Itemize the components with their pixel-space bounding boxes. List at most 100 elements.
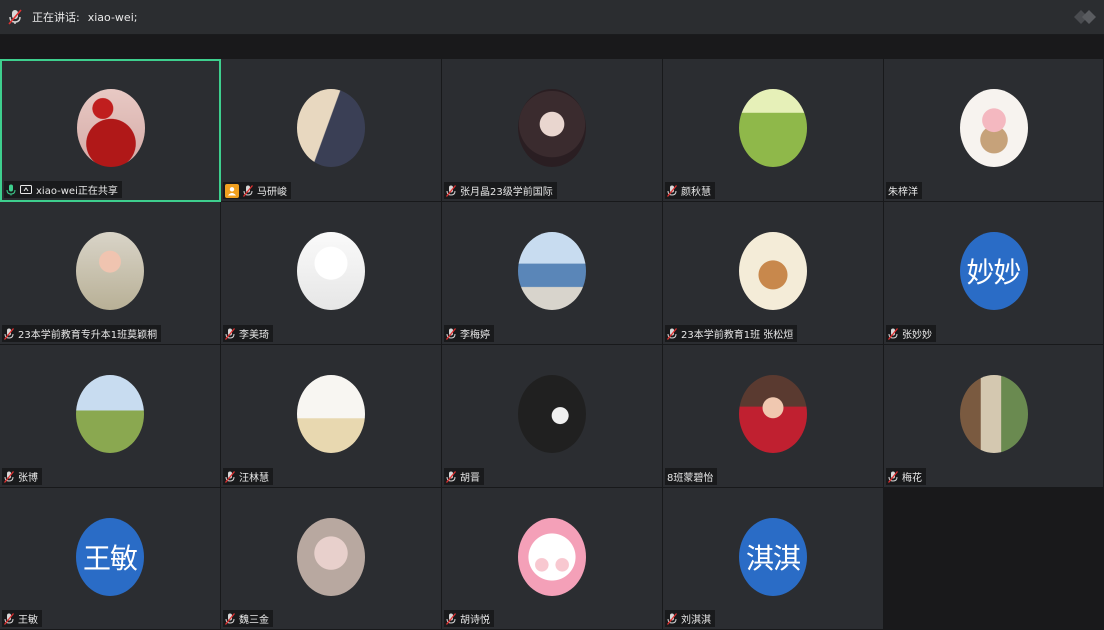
participant-tile[interactable]: 梅花 — [884, 345, 1104, 488]
participant-name: 汪林慧 — [239, 473, 269, 484]
muted-mic-icon[interactable] — [8, 9, 22, 25]
avatar — [959, 375, 1028, 453]
participant-tile[interactable]: 颜秋慧 — [663, 59, 884, 202]
participant-tile[interactable]: 胡晋 — [442, 345, 663, 488]
participant-name: 23本学前教育专升本1班莫颖桐 — [18, 330, 158, 341]
avatar — [297, 89, 365, 167]
participant-tile[interactable]: 23本学前教育1班 张松烜 — [663, 202, 884, 345]
muted-mic-icon — [243, 184, 253, 197]
muted-mic-icon — [225, 327, 235, 340]
name-tag: 颜秋慧 — [665, 182, 715, 199]
participant-name: 李梅婷 — [460, 330, 490, 341]
participant-name: xiao-wei正在共享 — [36, 186, 118, 197]
window-control-icon[interactable] — [1072, 8, 1098, 26]
name-tag: 张博 — [2, 468, 42, 485]
speaking-name: xiao-wei; — [87, 10, 138, 24]
host-badge-icon — [225, 183, 239, 198]
speaking-label: 正在讲话: — [32, 11, 80, 24]
participant-name: 胡晋 — [460, 473, 480, 484]
participant-tile[interactable]: 朱梓洋 — [884, 59, 1104, 202]
participant-name: 张妙妙 — [902, 330, 932, 341]
screen-share-icon — [20, 184, 32, 195]
name-tag: 朱梓洋 — [886, 182, 922, 199]
muted-mic-icon — [888, 327, 898, 340]
participant-tile[interactable]: 23本学前教育专升本1班莫颖桐 — [0, 202, 221, 345]
muted-mic-icon — [225, 612, 235, 625]
participant-tile[interactable]: 妙妙张妙妙 — [884, 202, 1104, 345]
muted-mic-icon — [225, 470, 235, 483]
name-tag: 胡晋 — [444, 468, 484, 485]
participant-name: 胡诗悦 — [460, 615, 490, 626]
active-mic-icon — [6, 184, 16, 196]
name-tag: 23本学前教育1班 张松烜 — [665, 325, 798, 342]
participant-tile[interactable]: 汪林慧 — [221, 345, 442, 488]
muted-mic-icon — [446, 612, 456, 625]
participant-tile[interactable]: 马研峻 — [221, 59, 442, 202]
participant-name: 李美琦 — [239, 330, 269, 341]
participant-name: 张月晶23级学前国际 — [460, 187, 553, 198]
participant-tile[interactable]: 张月晶23级学前国际 — [442, 59, 663, 202]
muted-mic-icon — [446, 184, 456, 197]
participant-tile[interactable]: 胡诗悦 — [442, 488, 663, 630]
muted-mic-icon — [4, 327, 14, 340]
name-tag: 马研峻 — [223, 182, 291, 199]
participant-name: 魏三金 — [239, 615, 269, 626]
participant-name: 梅花 — [902, 473, 922, 484]
muted-mic-icon — [4, 612, 14, 625]
avatar — [76, 232, 144, 310]
participant-name: 颜秋慧 — [681, 187, 711, 198]
name-tag: xiao-wei正在共享 — [4, 181, 122, 198]
name-tag: 李美琦 — [223, 325, 273, 342]
name-tag: 张月晶23级学前国际 — [444, 182, 557, 199]
participant-name: 马研峻 — [257, 187, 287, 198]
empty-tile — [884, 488, 1104, 630]
participant-tile[interactable]: 张博 — [0, 345, 221, 488]
participant-grid: xiao-wei正在共享 马研峻 张月晶23级学前国际 颜秋慧 朱梓洋 23本学前教育专升… — [0, 59, 1104, 630]
muted-mic-icon — [667, 327, 677, 340]
muted-mic-icon — [667, 184, 677, 197]
muted-mic-icon — [667, 612, 677, 625]
avatar-initials: 淇淇 — [739, 518, 807, 596]
participant-tile[interactable]: 8班蒙碧怡 — [663, 345, 884, 488]
participant-name: 23本学前教育1班 张松烜 — [681, 330, 794, 341]
name-tag: 胡诗悦 — [444, 610, 494, 627]
name-tag: 魏三金 — [223, 610, 273, 627]
name-tag: 李梅婷 — [444, 325, 494, 342]
avatar — [518, 232, 586, 310]
avatar — [739, 89, 807, 167]
muted-mic-icon — [888, 470, 898, 483]
participant-tile[interactable]: 李梅婷 — [442, 202, 663, 345]
name-tag: 刘淇淇 — [665, 610, 715, 627]
participant-name: 张博 — [18, 473, 38, 484]
avatar — [518, 375, 586, 453]
name-tag: 梅花 — [886, 468, 926, 485]
participant-tile[interactable]: 魏三金 — [221, 488, 442, 630]
avatar — [739, 232, 807, 310]
avatar — [297, 375, 365, 453]
name-tag: 23本学前教育专升本1班莫颖桐 — [2, 325, 162, 342]
participant-name: 朱梓洋 — [888, 187, 918, 198]
name-tag: 张妙妙 — [886, 325, 936, 342]
avatar-initials: 王敏 — [76, 518, 144, 596]
avatar-initials: 妙妙 — [959, 232, 1028, 310]
toolbar-strip — [0, 35, 1104, 59]
avatar — [297, 232, 365, 310]
avatar — [518, 89, 586, 167]
participant-tile[interactable]: 李美琦 — [221, 202, 442, 345]
avatar — [76, 375, 144, 453]
muted-mic-icon — [446, 470, 456, 483]
top-bar: 正在讲话: xiao-wei; — [0, 0, 1104, 35]
name-tag: 8班蒙碧怡 — [665, 468, 718, 485]
participant-tile[interactable]: xiao-wei正在共享 — [0, 59, 221, 202]
avatar — [297, 518, 365, 596]
avatar — [739, 375, 807, 453]
participant-tile[interactable]: 淇淇刘淇淇 — [663, 488, 884, 630]
name-tag: 王敏 — [2, 610, 42, 627]
participant-name: 王敏 — [18, 615, 38, 626]
avatar — [76, 89, 145, 167]
participant-name: 8班蒙碧怡 — [667, 473, 714, 484]
name-tag: 汪林慧 — [223, 468, 273, 485]
avatar — [518, 518, 586, 596]
participant-tile[interactable]: 王敏 王敏 — [0, 488, 221, 630]
participant-name: 刘淇淇 — [681, 615, 711, 626]
